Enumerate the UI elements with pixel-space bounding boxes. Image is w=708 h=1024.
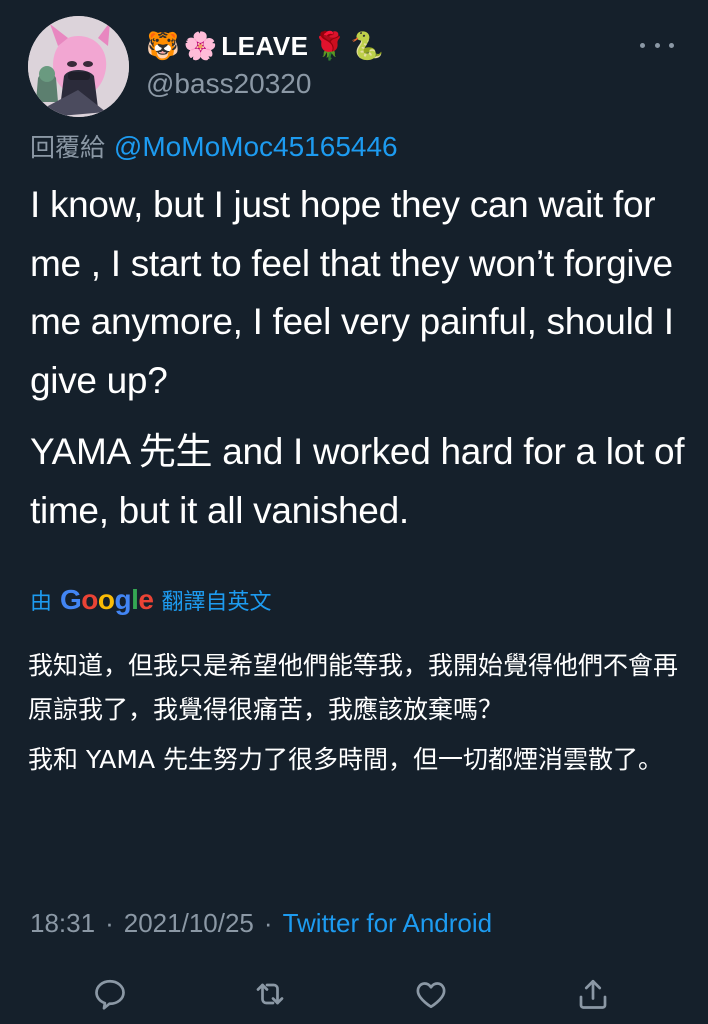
meta-separator: · [263,908,273,938]
reply-prefix: 回覆給 [30,133,106,162]
reply-mention-link[interactable]: @MoMoMoc45165446 [114,131,398,162]
translation-attribution[interactable]: 由 Google 翻譯自英文 [30,584,272,616]
translated-paragraph: 我和 YAMA 先生努力了很多時間，但一切都煙消雲散了。 [28,745,663,774]
tweet-source-link[interactable]: Twitter for Android [283,908,493,939]
snake-emoji-icon: 🐍 [350,30,384,62]
retweet-icon[interactable] [252,976,292,1016]
blossom-emoji-icon: 🌸 [183,30,218,62]
like-icon[interactable] [413,976,453,1016]
translate-by-label: 由 [30,590,53,615]
tweet-header: 🐯 🌸 LEAVE 🌹 🐍 @bass20320 [28,16,688,117]
rose-emoji-icon: 🌹 [312,30,347,62]
translated-text: 我知道，但我只是希望他們能等我，我開始覺得他們不會再原諒我了，我覺得很痛苦，我應… [28,644,688,788]
translate-from-label: 翻譯自英文 [161,590,272,615]
name-row[interactable]: 🐯 🌸 LEAVE 🌹 🐍 [146,26,384,66]
meta-separator: · [105,908,114,938]
more-options-icon[interactable] [640,34,674,56]
tweet-text: I know, but I just hope they can wait fo… [30,176,690,553]
tweet-time[interactable]: 18:31 [30,908,95,939]
tweet-meta: 18:31 · 2021/10/25 · Twitter for Android [30,908,492,939]
translated-paragraph: 我知道，但我只是希望他們能等我，我開始覺得他們不會再原諒我了，我覺得很痛苦，我應… [28,651,679,724]
share-icon[interactable] [575,976,615,1016]
avatar-image [28,16,129,117]
tweet-paragraph: I know, but I just hope they can wait fo… [30,184,674,401]
tiger-emoji-icon: 🐯 [146,30,180,62]
display-name[interactable]: LEAVE [221,31,308,62]
action-bar [0,970,708,1020]
tweet-date[interactable]: 2021/10/25 [124,908,254,939]
avatar[interactable] [28,16,129,117]
user-handle[interactable]: @bass20320 [146,68,311,100]
reply-context: 回覆給 @MoMoMoc45165446 [30,128,398,164]
google-logo: Google [60,584,154,615]
reply-icon[interactable] [92,976,132,1016]
tweet-paragraph: YAMA 先生 and I worked hard for a lot of t… [30,431,685,531]
